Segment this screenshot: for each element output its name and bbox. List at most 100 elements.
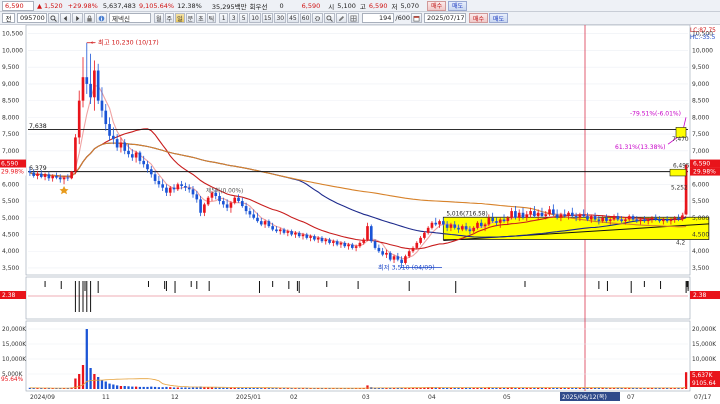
candle-body [96, 70, 100, 101]
tool-button[interactable] [336, 13, 348, 23]
candle-body [559, 214, 563, 218]
lock-button[interactable] [84, 13, 95, 23]
period-month[interactable]: 월 [154, 13, 164, 23]
candle-body [658, 219, 661, 222]
candle-body [256, 217, 259, 222]
candle-body [168, 187, 172, 193]
volume-bar [176, 387, 179, 389]
calendar-button[interactable] [411, 13, 422, 23]
period-second[interactable]: 초 [196, 13, 206, 23]
table-button[interactable] [348, 13, 360, 23]
price-chart[interactable]: 7,638 6,379 2.38 2.38 20,000K 20,000K 15,000… [0, 25, 720, 404]
next-button[interactable] [72, 13, 83, 23]
candle-body [347, 244, 350, 247]
interval-15[interactable]: 15 [261, 13, 274, 23]
candle-body [149, 169, 153, 175]
zoom-button[interactable] [324, 13, 336, 23]
price-tick-left: 6,000 [2, 181, 19, 188]
price-tick-right: 6,000 [692, 181, 709, 188]
candle-body [32, 172, 36, 176]
candle-body [157, 180, 161, 185]
buy-button[interactable]: 매수 [427, 0, 447, 11]
projection-annotation-2: 61.31%(13.38%) [615, 144, 665, 151]
interval-60[interactable]: 60 [299, 13, 312, 23]
interval-45[interactable]: 45 [287, 13, 299, 23]
price-tick-left: 4,000 [2, 248, 19, 255]
market-label: 전 [5, 15, 12, 23]
candle-body [350, 244, 354, 248]
volume-bar [97, 377, 100, 389]
candle-body [544, 214, 548, 217]
interval-5[interactable]: 5 [239, 13, 249, 23]
candle-body [195, 194, 199, 200]
volume-bar [146, 386, 149, 389]
bar-count-input[interactable]: 194 [362, 13, 395, 23]
candle-body [142, 160, 146, 165]
volume-tick-left: 20,000K [2, 327, 26, 333]
candle-body [612, 216, 616, 220]
volume-bar [108, 383, 111, 389]
candle-body [218, 196, 221, 202]
sell-button-2[interactable]: 매도 [489, 13, 509, 23]
search-icon [50, 14, 57, 22]
quote-toolbar: 6,590 ▲ 1,520 +29.98% 5,637,483 9,105.64… [0, 0, 720, 12]
x-axis-label: 04 [428, 394, 436, 401]
volume-bar [207, 387, 210, 389]
search-button[interactable] [48, 13, 59, 23]
low-annotation: 최저 3,510 (04/09) [378, 263, 435, 272]
info-button[interactable] [96, 13, 107, 23]
trade-amount: 35,295백만 [211, 2, 247, 11]
candle-body [74, 137, 77, 172]
x-axis-label: 11 [102, 394, 110, 401]
lock-icon [87, 15, 92, 22]
candle-body [62, 177, 66, 180]
volume-bar [260, 388, 263, 389]
candle-body [506, 217, 510, 222]
candle-body [373, 241, 377, 248]
candle-body [533, 211, 536, 217]
candle-body [93, 70, 96, 98]
interval-10[interactable]: 10 [249, 13, 261, 23]
candle-body [100, 100, 104, 111]
volume-tag-right-label: 5,637K [692, 373, 713, 379]
candle-body [240, 201, 244, 207]
date-input[interactable]: 2025/07/17 [424, 13, 466, 23]
volume-bar [684, 372, 688, 389]
candle-body [555, 214, 559, 218]
price-tick-left: 3,500 [2, 265, 19, 272]
candle-body [55, 175, 58, 178]
code-input[interactable]: 095700 [17, 13, 47, 23]
corner-indicator: LC:87.75 [690, 28, 716, 34]
volume-bar [191, 387, 195, 389]
low-value: 5,070 [400, 1, 420, 10]
candle-body [654, 217, 658, 220]
volume-tag-left: 95.64% [1, 377, 24, 383]
volume-bar [153, 386, 157, 389]
price-tick-left: 5,500 [2, 198, 19, 205]
price-tick-right: 3,500 [692, 265, 709, 272]
sell-button[interactable]: 매도 [448, 0, 468, 11]
candle-body [332, 241, 335, 243]
period-minute[interactable]: 분 [185, 13, 196, 23]
stock-name: 제넥신 [112, 15, 130, 23]
period-week[interactable]: 주 [164, 13, 175, 23]
x-axis-label: 07/17 [694, 394, 711, 401]
interval-3[interactable]: 3 [229, 13, 239, 23]
interval-1[interactable]: 1 [219, 13, 229, 23]
candle-body [643, 219, 646, 222]
candle-body [294, 232, 297, 235]
market-select[interactable]: 전 [2, 13, 15, 23]
volume-bar [366, 385, 369, 389]
candle-body [339, 242, 343, 245]
interval-30[interactable]: 30 [274, 13, 287, 23]
volume-bar [233, 387, 236, 389]
volume-value: 5,637,483 [102, 1, 136, 10]
chart-settings-button[interactable] [312, 13, 324, 23]
period-day[interactable]: 일 [175, 13, 185, 23]
buy-button-2[interactable]: 매수 [469, 13, 489, 23]
period-tick[interactable]: 틱 [206, 13, 217, 23]
candle-body [415, 242, 419, 248]
volume-bar [89, 368, 92, 389]
prev-button[interactable] [60, 13, 71, 23]
candle-body [449, 224, 453, 228]
